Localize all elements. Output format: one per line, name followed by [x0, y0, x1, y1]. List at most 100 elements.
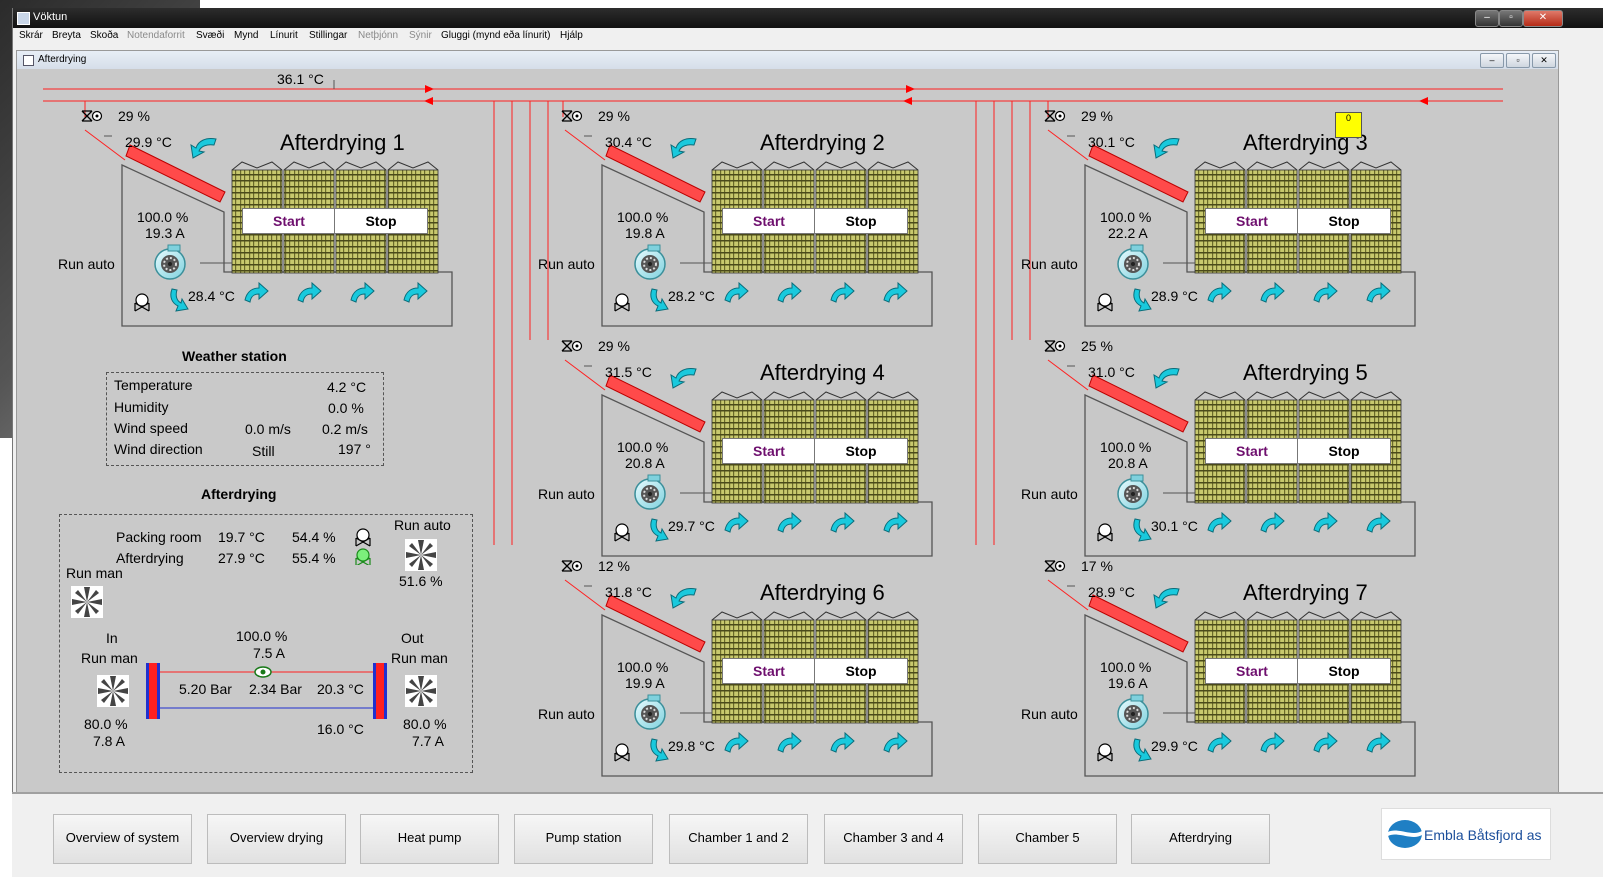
- nav-chamber-5[interactable]: Chamber 5: [978, 814, 1117, 864]
- chamber-5-run-mode: Run auto: [1021, 486, 1078, 502]
- nav-chamber-1-and-2[interactable]: Chamber 1 and 2: [669, 814, 808, 864]
- chamber-7-return-temp: 29.9 °C: [1151, 738, 1198, 754]
- weather-humidity-label: Humidity: [114, 399, 169, 415]
- afterdrying-temp: 27.9 °C: [218, 550, 265, 566]
- weather-wind-direction-value: 197 °: [338, 441, 371, 457]
- out-mode: Run man: [391, 650, 448, 666]
- weather-wind-direction-label: Wind direction: [114, 441, 203, 457]
- chamber-2-stop-button[interactable]: Stop: [814, 208, 908, 234]
- chamber-3-run-mode: Run auto: [1021, 256, 1078, 272]
- chamber-4-start-button[interactable]: Start: [722, 438, 816, 464]
- pump-percent: 100.0 %: [236, 628, 288, 644]
- chamber-3-fan-amps: 22.2 A: [1108, 225, 1148, 241]
- in-amps: 7.8 A: [93, 733, 125, 749]
- airflow-curve-arrow-icon: [190, 137, 217, 159]
- chamber-4-stop-button[interactable]: Stop: [814, 438, 908, 464]
- valve-icon: [561, 110, 583, 122]
- chamber-1-start-button[interactable]: Start: [242, 208, 336, 234]
- chamber-1-title: Afterdrying 1: [280, 130, 405, 155]
- weather-wind-speed-label: Wind speed: [114, 420, 188, 436]
- airflow-curve-arrow-icon: [670, 137, 697, 159]
- chamber-5-start-button[interactable]: Start: [1205, 438, 1299, 464]
- chamber-1-return-temp: 28.4 °C: [188, 288, 235, 304]
- company-logo: Embla Båtsfjord as: [1381, 808, 1551, 860]
- pressure-1: 5.20 Bar: [179, 681, 232, 697]
- chamber-2-valve-percent: 29 %: [598, 108, 630, 124]
- weather-station-title: Weather station: [182, 348, 287, 364]
- chamber-6-fan-percent: 100.0 %: [617, 659, 669, 675]
- chamber-2-run-mode: Run auto: [538, 256, 595, 272]
- chamber-6-valve-percent: 12 %: [598, 558, 630, 574]
- out-amps: 7.7 A: [412, 733, 444, 749]
- weather-temp-value: 4.2 °C: [327, 379, 367, 395]
- circuit-temp-2: 16.0 °C: [317, 721, 364, 737]
- chamber-1-run-mode: Run auto: [58, 256, 115, 272]
- pressure-2: 2.34 Bar: [249, 681, 302, 697]
- chamber-1-fan-amps: 19.3 A: [145, 225, 185, 241]
- chamber-1-stop-button[interactable]: Stop: [334, 208, 428, 234]
- chamber-3-fan-percent: 100.0 %: [1100, 209, 1152, 225]
- chamber-5-valve-percent: 25 %: [1081, 338, 1113, 354]
- in-fan-icon[interactable]: [95, 673, 131, 709]
- alarm-badge[interactable]: 0: [1335, 112, 1362, 138]
- chamber-7-fan-percent: 100.0 %: [1100, 659, 1152, 675]
- out-fan-icon[interactable]: [403, 673, 439, 709]
- airflow-curve-arrow-icon: [670, 367, 697, 389]
- chamber-6-stop-button[interactable]: Stop: [814, 658, 908, 684]
- out-label: Out: [401, 630, 424, 646]
- chamber-6-return-temp: 29.8 °C: [668, 738, 715, 754]
- afterdrying-label: Afterdrying: [116, 550, 184, 566]
- chamber-5-fan-amps: 20.8 A: [1108, 455, 1148, 471]
- left-fan-icon[interactable]: [69, 584, 105, 620]
- chamber-4-fan-amps: 20.8 A: [625, 455, 665, 471]
- weather-wind-speed-2: 0.2 m/s: [322, 421, 368, 437]
- chamber-6-supply-temp: 31.8 °C: [605, 584, 652, 600]
- chamber-4-return-temp: 29.7 °C: [668, 518, 715, 534]
- chamber-6-title: Afterdrying 6: [760, 580, 885, 605]
- valve-icon: [1044, 560, 1066, 572]
- weather-station-panel: Temperature 4.2 °C Humidity 0.0 % Wind s…: [106, 372, 384, 466]
- packing-room-label: Packing room: [116, 529, 202, 545]
- chamber-7-start-button[interactable]: Start: [1205, 658, 1299, 684]
- nav-overview-of-system[interactable]: Overview of system: [53, 814, 192, 864]
- chamber-1-supply-temp: 29.9 °C: [125, 134, 172, 150]
- chamber-7-valve-percent: 17 %: [1081, 558, 1113, 574]
- chamber-3-start-button[interactable]: Start: [1205, 208, 1299, 234]
- logo-text: Embla Båtsfjord as: [1424, 827, 1542, 843]
- nav-overview-drying[interactable]: Overview drying: [207, 814, 346, 864]
- chamber-7-stop-button[interactable]: Stop: [1297, 658, 1391, 684]
- circuit-temp-1: 20.3 °C: [317, 681, 364, 697]
- top-fan-icon[interactable]: [403, 537, 439, 573]
- nav-chamber-3-and-4[interactable]: Chamber 3 and 4: [824, 814, 963, 864]
- top-fan-mode: Run auto: [394, 517, 451, 533]
- chamber-5-stop-button[interactable]: Stop: [1297, 438, 1391, 464]
- nav-afterdrying[interactable]: Afterdrying: [1131, 814, 1270, 864]
- chamber-7-supply-temp: 28.9 °C: [1088, 584, 1135, 600]
- chamber-3-supply-temp: 30.1 °C: [1088, 134, 1135, 150]
- chamber-2-supply-temp: 30.4 °C: [605, 134, 652, 150]
- in-percent: 80.0 %: [84, 716, 128, 732]
- chamber-6-start-button[interactable]: Start: [722, 658, 816, 684]
- chamber-5-supply-temp: 31.0 °C: [1088, 364, 1135, 380]
- in-label: In: [106, 630, 118, 646]
- chamber-4-title: Afterdrying 4: [760, 360, 885, 385]
- weather-wind-speed-1: 0.0 m/s: [245, 421, 291, 437]
- afterdrying-humidity: 55.4 %: [292, 550, 336, 566]
- valve-icon: [561, 560, 583, 572]
- chamber-5-title: Afterdrying 5: [1243, 360, 1368, 385]
- chamber-7-run-mode: Run auto: [1021, 706, 1078, 722]
- nav-pump-station[interactable]: Pump station: [514, 814, 653, 864]
- chamber-4-fan-percent: 100.0 %: [617, 439, 669, 455]
- pump-amps: 7.5 A: [253, 645, 285, 661]
- chamber-2-title: Afterdrying 2: [760, 130, 885, 155]
- afterdrying-panel: Packing room 19.7 °C 54.4 % Afterdrying …: [59, 514, 473, 773]
- in-mode: Run man: [81, 650, 138, 666]
- chamber-2-fan-amps: 19.8 A: [625, 225, 665, 241]
- chamber-3-stop-button[interactable]: Stop: [1297, 208, 1391, 234]
- nav-heat-pump[interactable]: Heat pump: [360, 814, 499, 864]
- chamber-2-start-button[interactable]: Start: [722, 208, 816, 234]
- chamber-7-title: Afterdrying 7: [1243, 580, 1368, 605]
- packing-room-humidity: 54.4 %: [292, 529, 336, 545]
- chamber-7-fan-amps: 19.6 A: [1108, 675, 1148, 691]
- weather-temp-label: Temperature: [114, 377, 193, 393]
